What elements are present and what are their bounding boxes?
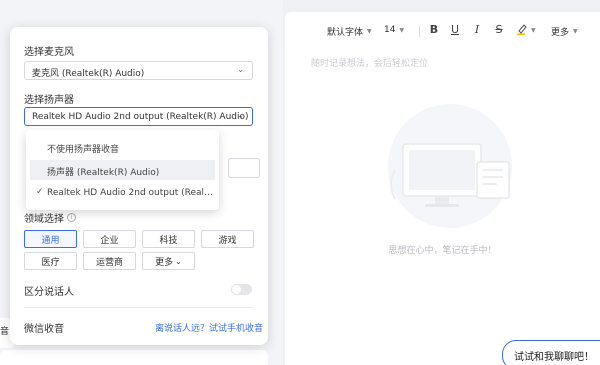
speaker-dropdown-menu: 不使用扬声器收音 扬声器 (Realtek(R) Audio) ✓ Realte…: [26, 130, 219, 210]
chevron-down-icon: ▼: [573, 28, 578, 35]
chevron-down-icon[interactable]: ▼: [531, 27, 536, 34]
wechat-audio-label: 微信收音: [24, 324, 64, 335]
chevron-down-icon: ⌄: [237, 65, 244, 74]
speaker-diarization-toggle[interactable]: [231, 284, 252, 295]
empty-state-illustration: [388, 104, 512, 228]
info-icon[interactable]: i: [67, 213, 76, 222]
underline-icon[interactable]: U: [448, 23, 462, 36]
more-menu[interactable]: 更多 ▼: [551, 25, 578, 38]
domain-label: 领域选择 i: [24, 210, 76, 225]
mic-label: 选择麦克风: [24, 47, 74, 58]
domain-chip-gaming[interactable]: 游戏: [201, 230, 254, 248]
strikethrough-icon[interactable]: S: [492, 23, 506, 36]
domain-chip-medical[interactable]: 医疗: [24, 252, 77, 270]
speaker-diarization-label: 区分说话人: [24, 287, 74, 298]
chevron-down-icon: ▼: [367, 28, 372, 35]
background-bottom-card: [0, 350, 268, 365]
domain-chip-enterprise[interactable]: 企业: [83, 230, 136, 248]
phone-audio-link[interactable]: 离说话人远？试试手机收音: [155, 321, 263, 334]
empty-state-text: 思想在心中，笔记在手中！: [388, 246, 497, 256]
font-size-select[interactable]: 14 ▼: [384, 25, 404, 35]
chevron-down-icon: ⌄: [175, 256, 182, 266]
speaker-select[interactable]: Realtek HD Audio 2nd output (Realtek(R) …: [24, 107, 253, 126]
domain-chip-carrier[interactable]: 运营商: [83, 252, 136, 270]
speaker-option-none[interactable]: 不使用扬声器收音: [30, 137, 215, 157]
chevron-down-icon: ⌄: [237, 111, 244, 120]
bold-icon[interactable]: B: [427, 23, 441, 36]
italic-icon[interactable]: I: [470, 23, 484, 36]
highlight-icon[interactable]: [515, 23, 529, 38]
check-icon: ✓: [36, 187, 44, 197]
chat-assistant-bubble[interactable]: 试试和我聊聊吧！: [502, 340, 600, 365]
editor-placeholder: 随时记录想法，会后轻松定位: [311, 59, 429, 69]
mic-select[interactable]: 麦克风 (Realtek(R) Audio) ⌄: [24, 61, 253, 80]
obscured-control[interactable]: [228, 158, 260, 178]
speaker-option-realtek-speaker[interactable]: 扬声器 (Realtek(R) Audio): [30, 160, 215, 180]
domain-chip-tech[interactable]: 科技: [142, 230, 195, 248]
domain-more-button[interactable]: 更多 ⌄: [142, 252, 195, 270]
note-editor[interactable]: 默认字体 ▼ 14 ▼ B U I S ▼ 更多 ▼ 随时记录想法，会后轻松定位 思想…: [285, 12, 600, 365]
domain-chip-general[interactable]: 通用: [24, 230, 77, 248]
chevron-down-icon: ▼: [399, 26, 405, 34]
font-family-select[interactable]: 默认字体 ▼: [327, 25, 372, 38]
divider: [24, 307, 253, 308]
background-partial-label: 音: [0, 327, 10, 337]
toolbar-divider: [419, 26, 420, 37]
speaker-label: 选择扬声器: [24, 95, 74, 106]
editor-toolbar: 默认字体 ▼ 14 ▼ B U I S ▼ 更多 ▼: [285, 12, 600, 50]
speaker-option-realtek-2nd-output[interactable]: ✓ Realtek HD Audio 2nd output (Realtek(R…: [30, 183, 215, 203]
